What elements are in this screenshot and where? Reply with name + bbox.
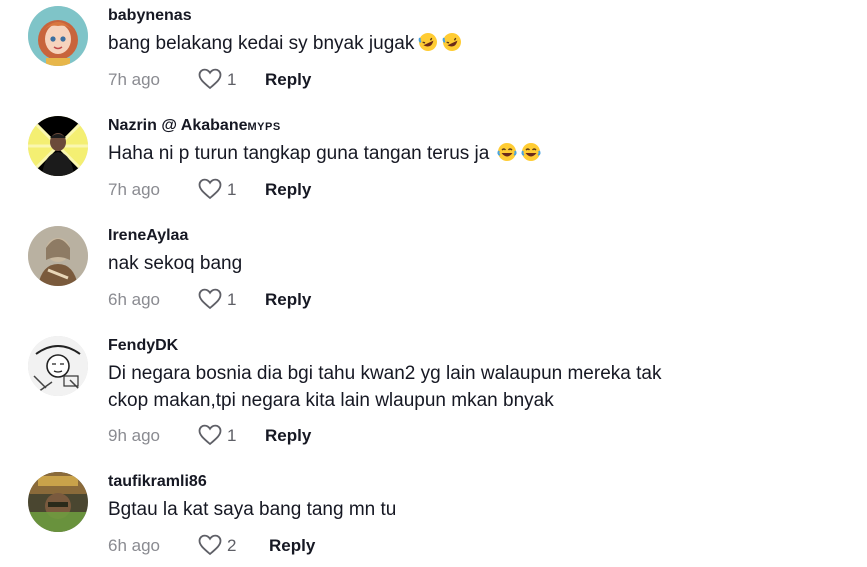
comment-username[interactable]: Nazrin @ AkabaneMYPS [108, 116, 281, 137]
heart-icon [198, 424, 222, 446]
like-count: 2 [227, 536, 237, 555]
comment-text: Haha ni p turun tangkap guna tangan teru… [108, 140, 541, 167]
comment-text-line: Di negara bosnia dia bgi tahu kwan2 yg l… [108, 363, 662, 384]
avatar[interactable] [28, 116, 88, 176]
like-count: 1 [227, 290, 237, 309]
reply-button[interactable]: Reply [265, 180, 311, 200]
reply-button[interactable]: Reply [265, 426, 311, 446]
comment-username[interactable]: IreneAylaa [108, 226, 188, 246]
like-count: 1 [227, 180, 237, 199]
like-count: 1 [227, 426, 237, 445]
avatar[interactable] [28, 226, 88, 286]
rofl-emoji [442, 32, 462, 52]
heart-icon [198, 178, 222, 200]
comment-list: babynenas bang belakang kedai sy bnyak j… [0, 0, 867, 567]
comment-text: Bgtau la kat saya bang tang mn tu [108, 496, 396, 523]
heart-icon [198, 288, 222, 310]
heart-icon [198, 68, 222, 90]
heart-icon [198, 534, 222, 556]
comment-text-line: ckop makan,tpi negara kita lain wlaupun … [108, 390, 554, 411]
username-badge: MYPS [247, 121, 281, 133]
rofl-emoji [418, 32, 438, 52]
comment-text: Di negara bosnia dia bgi tahu kwan2 yg l… [108, 360, 661, 414]
like-count: 1 [227, 70, 237, 89]
comment-text-line: Bgtau la kat saya bang tang mn tu [108, 499, 397, 520]
comment-time: 9h ago [108, 426, 160, 445]
comment-text: bang belakang kedai sy bnyak jugak [108, 30, 462, 57]
avatar[interactable] [28, 472, 88, 532]
comment-time: 6h ago [108, 536, 160, 555]
username-text: Nazrin @ Akabane [108, 117, 248, 134]
comment-time: 6h ago [108, 290, 160, 309]
tears-of-joy-emoji [521, 142, 541, 162]
comment-text-line: Haha ni p turun tangkap guna tangan teru… [108, 143, 490, 164]
avatar[interactable] [28, 336, 88, 396]
comment-text-line: nak sekoq bang [108, 253, 243, 274]
comment-time: 7h ago [108, 180, 160, 199]
comment-username[interactable]: FendyDK [108, 336, 178, 356]
reply-button[interactable]: Reply [269, 536, 315, 556]
tears-of-joy-emoji [497, 142, 517, 162]
comment-text-line: bang belakang kedai sy bnyak jugak [108, 33, 415, 54]
comment-username[interactable]: babynenas [108, 6, 192, 26]
reply-button[interactable]: Reply [265, 290, 311, 310]
avatar[interactable] [28, 6, 88, 66]
comment-text: nak sekoq bang [108, 250, 242, 277]
comment-username[interactable]: taufikramli86 [108, 472, 207, 492]
comment-time: 7h ago [108, 70, 160, 89]
reply-button[interactable]: Reply [265, 70, 311, 90]
